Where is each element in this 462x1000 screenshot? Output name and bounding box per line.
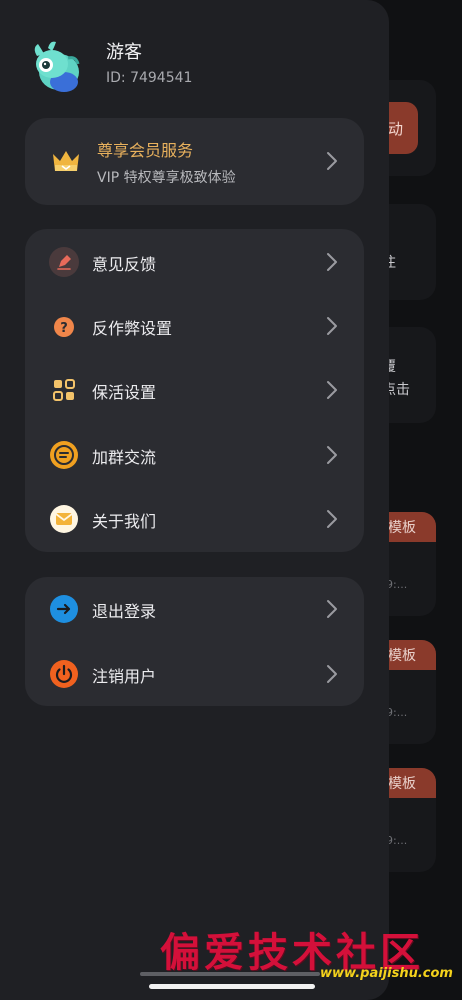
bg-template-label-2: 模板 xyxy=(388,648,416,664)
chevron-right-icon xyxy=(327,510,337,528)
chevron-right-icon xyxy=(327,253,337,271)
menu-item-label: 注销用户 xyxy=(92,667,157,686)
menu-item-feedback[interactable]: 意见反馈 xyxy=(25,230,364,294)
chevron-right-icon xyxy=(327,152,337,170)
bg-template-time-1: 9:... xyxy=(386,578,408,591)
vip-title: 尊享会员服务 xyxy=(97,141,194,160)
logout-arrow-icon xyxy=(50,595,78,623)
menu-item-label: 加群交流 xyxy=(92,448,157,467)
menu-item-join-group[interactable]: 加群交流 xyxy=(25,423,364,487)
menu-item-deregister[interactable]: 注销用户 xyxy=(25,642,364,706)
bg-template-label-1: 模板 xyxy=(388,520,416,536)
vip-service-card[interactable]: 尊享会员服务 VIP 特权尊享极致体验 xyxy=(25,118,364,205)
power-icon xyxy=(50,660,78,688)
chevron-right-icon xyxy=(327,665,337,683)
keep-alive-grid-icon xyxy=(53,379,75,401)
chevron-right-icon xyxy=(327,446,337,464)
watermark-url: www.paijishu.com xyxy=(320,966,453,981)
feedback-pen-icon xyxy=(49,247,79,277)
menu-item-label: 反作弊设置 xyxy=(92,319,173,338)
bg-template-label-3: 模板 xyxy=(388,776,416,792)
mail-envelope-icon xyxy=(50,505,78,533)
group-chat-icon xyxy=(50,441,78,469)
menu-item-anti-cheat[interactable]: ? 反作弊设置 xyxy=(25,294,364,358)
vip-subtitle: VIP 特权尊享极致体验 xyxy=(97,170,236,186)
user-name: 游客 xyxy=(106,42,142,63)
bg-template-time-2: 9:... xyxy=(386,706,408,719)
bg-template-time-3: 9:... xyxy=(386,834,408,847)
chevron-right-icon xyxy=(327,317,337,335)
menu-group-account: 退出登录 注销用户 xyxy=(25,577,364,706)
user-id: ID: 7494541 xyxy=(106,70,193,86)
menu-item-label: 退出登录 xyxy=(92,602,157,621)
chameleon-avatar-icon xyxy=(34,41,80,92)
menu-item-label: 保活设置 xyxy=(92,383,157,402)
menu-item-label: 意见反馈 xyxy=(92,255,157,274)
crown-icon xyxy=(53,151,79,171)
menu-item-about-us[interactable]: 关于我们 xyxy=(25,487,364,551)
menu-item-keep-alive[interactable]: 保活设置 xyxy=(25,358,364,422)
svg-text:?: ? xyxy=(60,321,68,336)
home-indicator[interactable] xyxy=(149,984,315,989)
menu-group-main: 意见反馈 ? 反作弊设置 保活设置 加群交流 关于我们 xyxy=(25,229,364,552)
chevron-right-icon xyxy=(327,381,337,399)
chevron-right-icon xyxy=(327,600,337,618)
menu-item-logout[interactable]: 退出登录 xyxy=(25,577,364,641)
bg-action-button-text: 动 xyxy=(388,120,404,138)
menu-item-label: 关于我们 xyxy=(92,512,157,531)
avatar[interactable] xyxy=(28,38,86,96)
anti-cheat-question-icon: ? xyxy=(54,317,74,337)
side-drawer: 游客 ID: 7494541 尊享会员服务 VIP 特权尊享极致体验 意见反馈 xyxy=(0,0,389,1000)
